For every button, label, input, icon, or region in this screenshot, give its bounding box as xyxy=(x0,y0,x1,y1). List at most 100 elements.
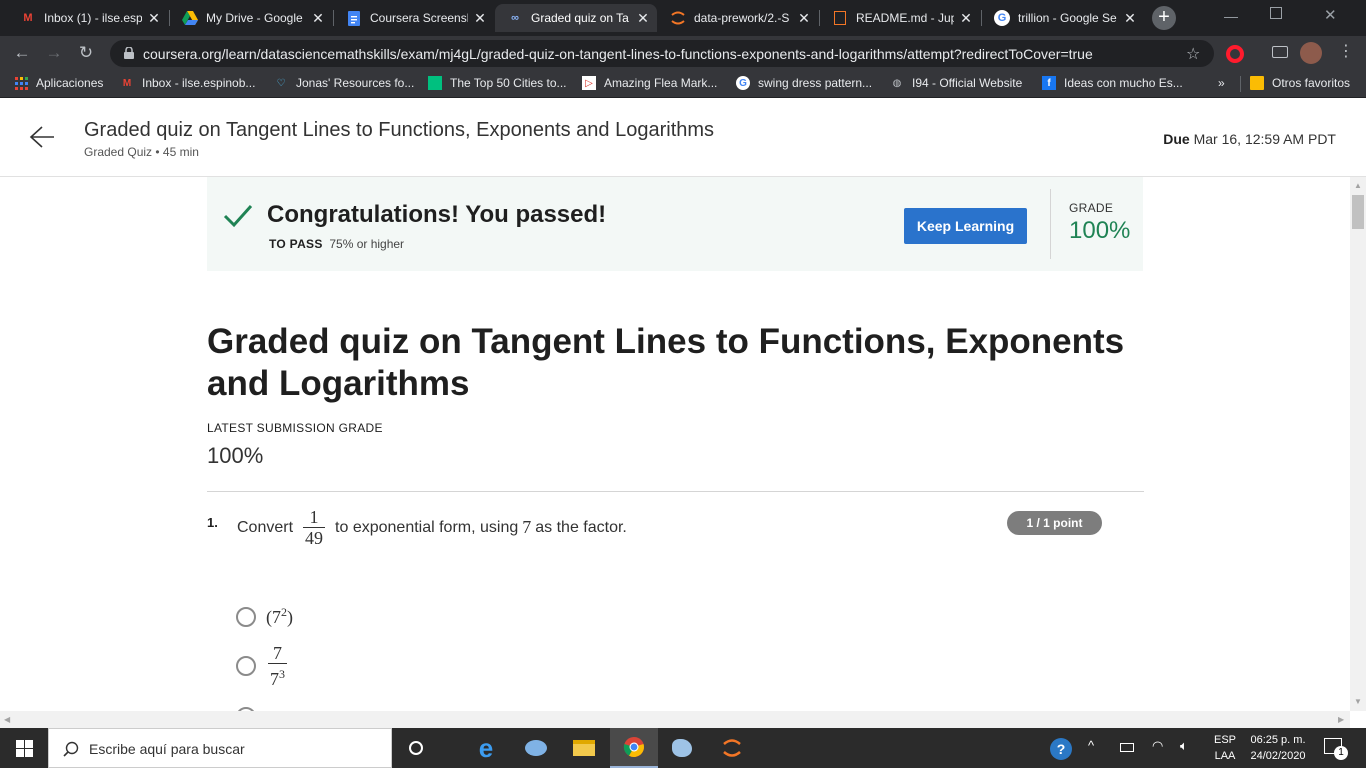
menu-kebab-icon[interactable]: ⋮ xyxy=(1338,43,1354,61)
lang-top: ESP xyxy=(1213,734,1236,746)
opera-extension-icon[interactable] xyxy=(1226,45,1244,63)
other-bookmarks[interactable]: Otros favoritos xyxy=(1250,76,1350,90)
heart-icon: ♡ xyxy=(276,77,286,89)
globe-icon: ◍ xyxy=(892,77,902,89)
chrome-icon[interactable] xyxy=(610,728,658,768)
close-window-icon[interactable]: ✕ xyxy=(1324,6,1337,24)
bookmark-label: Amazing Flea Mark... xyxy=(604,76,718,90)
back-arrow-icon[interactable] xyxy=(28,125,56,149)
bookmark-star-icon[interactable]: ☆ xyxy=(1186,44,1200,64)
tab-title: data-prework/2.-S xyxy=(694,11,790,25)
tab-coursera-active[interactable]: ∞ Graded quiz on Ta ✕ xyxy=(495,4,657,32)
minimize-icon[interactable]: — xyxy=(1224,8,1238,24)
close-icon[interactable]: ✕ xyxy=(472,10,488,27)
bookmark-label: Aplicaciones xyxy=(36,76,104,90)
bookmark-swing[interactable]: G swing dress pattern... xyxy=(736,76,872,90)
coursera-icon: ∞ xyxy=(511,12,519,24)
tab-google-search[interactable]: G trillion - Google Se ✕ xyxy=(982,4,1144,32)
congrats-heading: Congratulations! You passed! xyxy=(267,201,607,228)
close-icon[interactable]: ✕ xyxy=(146,10,162,27)
file-explorer-icon[interactable] xyxy=(560,728,608,768)
tab-docs[interactable]: Coursera Screensh ✕ xyxy=(334,4,494,32)
edge-icon[interactable]: e xyxy=(462,728,510,768)
points-badge: 1 / 1 point xyxy=(1007,511,1102,535)
to-pass-value: 75% or higher xyxy=(329,237,405,251)
close-icon[interactable]: ✕ xyxy=(958,10,974,27)
grade-value: 100% xyxy=(1069,217,1131,244)
option-base: (7 xyxy=(266,607,281,627)
bookmark-i94[interactable]: ◍ I94 - Official Website xyxy=(890,76,1023,90)
scroll-thumb[interactable] xyxy=(1352,195,1364,229)
close-icon[interactable]: ✕ xyxy=(310,10,326,27)
bookmarks-more[interactable]: » xyxy=(1218,76,1225,90)
help-icon[interactable]: ? xyxy=(1050,738,1072,760)
bookmark-apps[interactable]: Aplicaciones xyxy=(14,76,103,90)
reload-icon[interactable]: ↻ xyxy=(74,41,98,65)
jupyter-file-icon xyxy=(832,10,848,26)
tab-drive[interactable]: My Drive - Google ✕ xyxy=(170,4,332,32)
question-number: 1. xyxy=(207,515,218,530)
tab-title: trillion - Google Se xyxy=(1018,11,1117,25)
language-indicator[interactable]: ESP LAA xyxy=(1207,732,1243,764)
bookmarks-divider xyxy=(1240,76,1241,92)
close-icon[interactable]: ✕ xyxy=(635,10,651,27)
radio-button[interactable] xyxy=(236,606,256,627)
scroll-right-icon[interactable]: ▶ xyxy=(1338,715,1344,724)
maximize-icon[interactable] xyxy=(1270,7,1282,19)
tab-jupyter[interactable]: data-prework/2.-S ✕ xyxy=(658,4,818,32)
close-icon[interactable]: ✕ xyxy=(796,10,812,27)
notification-count: 1 xyxy=(1334,746,1348,760)
tab-readme[interactable]: README.md - Jup ✕ xyxy=(820,4,980,32)
option-denominator: 73 xyxy=(268,663,287,689)
bookmark-jonas[interactable]: ♡ Jonas' Resources fo... xyxy=(274,76,415,90)
bookmark-top50[interactable]: The Top 50 Cities to... xyxy=(428,76,567,90)
bookmark-ideas[interactable]: f Ideas con mucho Es... xyxy=(1042,76,1183,90)
scroll-down-icon[interactable]: ▼ xyxy=(1354,697,1362,706)
to-pass-label: TO PASS xyxy=(269,237,323,251)
due-label: Due xyxy=(1163,131,1190,147)
bookmark-inbox[interactable]: M Inbox - ilse.espinob... xyxy=(120,76,256,90)
paint3d-icon[interactable] xyxy=(658,728,706,768)
clock[interactable]: 06:25 p. m. 24/02/2020 xyxy=(1246,732,1310,764)
fraction-numerator: 1 xyxy=(309,507,319,527)
back-icon[interactable]: ← xyxy=(10,41,34,65)
answer-option-2[interactable]: 7 73 xyxy=(236,643,297,689)
scroll-left-icon[interactable]: ◀ xyxy=(4,715,10,724)
gmail-icon: M xyxy=(122,77,132,89)
vertical-scrollbar[interactable]: ▲ ▼ xyxy=(1350,177,1366,711)
folder-icon xyxy=(1250,76,1264,90)
option-numerator: 7 xyxy=(273,643,282,663)
paint-icon[interactable] xyxy=(512,728,560,768)
horizontal-scrollbar[interactable]: ◀ ▶ xyxy=(0,711,1350,728)
tray-chevron-icon[interactable]: ^ xyxy=(1088,738,1094,753)
cast-icon[interactable] xyxy=(1272,46,1288,58)
scroll-up-icon[interactable]: ▲ xyxy=(1354,181,1362,190)
pass-banner: Congratulations! You passed! TO PASS 75%… xyxy=(207,177,1143,271)
bookmark-flea[interactable]: ▷ Amazing Flea Mark... xyxy=(582,76,717,90)
address-bar[interactable]: coursera.org/learn/datasciencemathskills… xyxy=(110,40,1214,67)
close-icon[interactable]: ✕ xyxy=(1122,10,1138,27)
new-tab-button[interactable]: + xyxy=(1152,6,1176,30)
forward-icon[interactable]: → xyxy=(42,41,66,65)
browser-tab-strip: M Inbox (1) - ilse.esp ✕ My Drive - Goog… xyxy=(0,0,1366,36)
question-factor: 7 xyxy=(522,517,532,537)
battery-icon[interactable] xyxy=(1120,743,1134,752)
option-close-paren: ) xyxy=(287,607,293,627)
wifi-icon[interactable]: ◠ xyxy=(1152,738,1163,754)
keep-learning-button[interactable]: Keep Learning xyxy=(904,208,1027,244)
bookmark-label: swing dress pattern... xyxy=(758,76,873,90)
option-label: (72) xyxy=(266,605,293,628)
bookmark-label: Inbox - ilse.espinob... xyxy=(142,76,256,90)
taskbar-search[interactable]: Escribe aquí para buscar xyxy=(48,728,392,768)
avatar[interactable] xyxy=(1300,42,1322,64)
volume-icon[interactable]: 🔈︎ xyxy=(1180,738,1188,754)
jupyter-taskbar-icon[interactable] xyxy=(708,728,756,768)
tab-gmail[interactable]: M Inbox (1) - ilse.esp ✕ xyxy=(8,4,168,32)
task-view-icon[interactable] xyxy=(392,728,440,768)
url-text: coursera.org/learn/datasciencemathskills… xyxy=(143,46,1093,62)
answer-option-1[interactable]: (72) xyxy=(236,605,293,628)
radio-button[interactable] xyxy=(236,656,256,676)
windows-start-icon[interactable] xyxy=(0,728,48,768)
tab-title: Inbox (1) - ilse.esp xyxy=(44,11,142,25)
due-date: Due Mar 16, 12:59 AM PDT xyxy=(1163,131,1336,147)
